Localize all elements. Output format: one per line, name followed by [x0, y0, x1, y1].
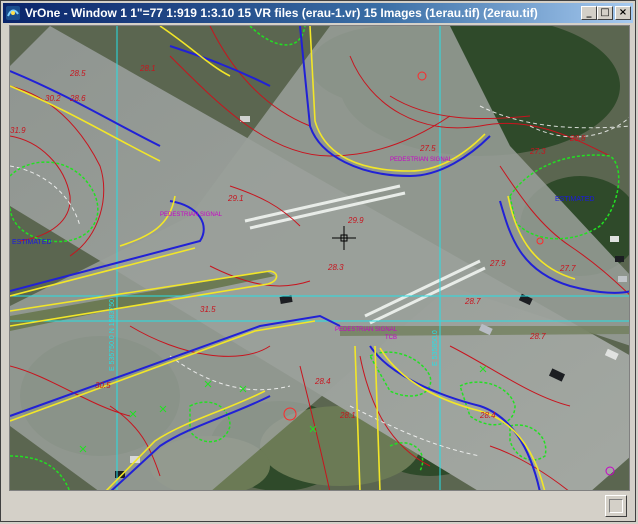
- spot-elevation: 28.6: [69, 94, 86, 103]
- title-bar[interactable]: VrOne - Window 1 1"=77 1:919 1:3.10 15 V…: [3, 3, 633, 23]
- window-title: VrOne - Window 1 1"=77 1:919 1:3.10 15 V…: [25, 6, 538, 20]
- spot-elevation: 27.7: [559, 264, 576, 273]
- spot-elevation: 28.4: [314, 377, 331, 386]
- vrone-window: VrOne - Window 1 1"=77 1:919 1:3.10 15 V…: [0, 0, 636, 522]
- app-icon: [6, 6, 20, 20]
- grid-label: E 535850.0: [432, 330, 439, 366]
- spot-elevation: 27.5: [419, 144, 436, 153]
- grid-label: E 535750.0 N 1583750: [109, 299, 116, 371]
- map-viewport[interactable]: 29.9 28.3 31.5 31.9 29.1 28.7 27.7 27.9 …: [9, 25, 630, 491]
- spot-elevation: 27.3: [529, 147, 546, 156]
- spot-elevation: 29.9: [347, 216, 364, 225]
- spot-elevation: 28.4: [479, 411, 496, 420]
- spot-elevation: 27.9: [489, 259, 506, 268]
- spot-elevation: 31.9: [10, 126, 26, 135]
- spot-elevation: 28.3: [327, 263, 344, 272]
- aerial-map-canvas[interactable]: 29.9 28.3 31.5 31.9 29.1 28.7 27.7 27.9 …: [10, 26, 630, 491]
- close-button[interactable]: ×: [615, 6, 631, 20]
- spot-elevation: 28.7: [464, 297, 481, 306]
- status-bar: [3, 492, 633, 520]
- pedestrian-signal-label: PEDESTRIAN SIGNAL: [335, 327, 398, 333]
- pedestrian-signal-label: PEDESTRIAN SIGNAL: [160, 212, 223, 218]
- tcb-label: TCB: [385, 335, 397, 341]
- estimated-label: ESTIMATED: [12, 239, 52, 246]
- status-indicator[interactable]: [605, 495, 627, 517]
- maximize-button[interactable]: □: [597, 6, 613, 20]
- spot-elevation: 30.5: [95, 381, 111, 390]
- spot-elevation: 28.7: [529, 332, 546, 341]
- spot-elevation: 31.5: [200, 305, 216, 314]
- spot-elevation: 28.1: [139, 64, 156, 73]
- pedestrian-signal-label: PEDESTRIAN SIGNAL: [390, 157, 453, 163]
- spot-elevation: 30.2: [45, 94, 61, 103]
- spot-elevation: 28.1: [339, 411, 356, 420]
- estimated-label: ESTIMATED: [555, 196, 595, 203]
- spot-elevation: 28.8: [569, 134, 586, 143]
- spot-elevation: 28.5: [69, 69, 86, 78]
- minimize-button[interactable]: _: [581, 6, 597, 20]
- spot-elevation: 29.1: [227, 194, 244, 203]
